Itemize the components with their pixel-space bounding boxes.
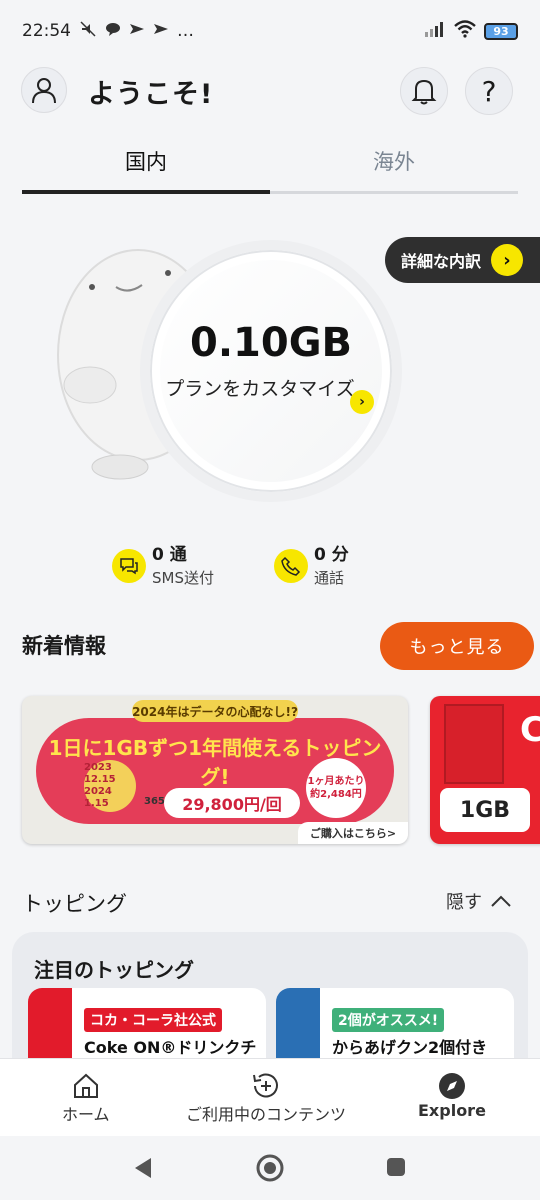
- chevron-right-icon[interactable]: ›: [350, 390, 374, 414]
- recents-icon[interactable]: [386, 1157, 406, 1177]
- banner2-gb: 1GB: [440, 788, 530, 832]
- more-notifications-icon: …: [177, 21, 194, 41]
- send-icon-2: [153, 21, 169, 42]
- news-banner-topping[interactable]: 2024年はデータの心配なし!? 1日に1GBずつ1年間使えるトッピング! 20…: [22, 696, 408, 844]
- call-minutes: 0 分: [314, 545, 349, 565]
- notifications-button[interactable]: [400, 67, 448, 115]
- send-icon: [129, 21, 145, 42]
- banner-date-badge: 2023 12.15 2024 1.15: [84, 760, 136, 812]
- profile-button[interactable]: [21, 67, 67, 113]
- active-tab-indicator: [22, 190, 270, 194]
- battery-icon: 93: [484, 22, 518, 40]
- phone-icon: [274, 549, 308, 583]
- data-usage-gauge: [140, 240, 402, 502]
- sms-usage: 0 通 SMS送付: [112, 543, 214, 589]
- signal-icon: [424, 21, 446, 42]
- refresh-plus-icon: [250, 1071, 282, 1101]
- card-title: Coke ON®ドリンクチ: [84, 1038, 257, 1057]
- sms-label: SMS送付: [152, 569, 214, 587]
- banner-price: 29,800円/回: [164, 788, 300, 818]
- call-label: 通話: [314, 569, 345, 587]
- question-icon: ?: [481, 74, 497, 108]
- compass-icon: [438, 1071, 466, 1101]
- call-usage: 0 分 通話: [274, 543, 349, 589]
- status-time: 22:54: [22, 21, 71, 41]
- card-tag: コカ・コーラ社公式: [84, 1008, 222, 1032]
- hide-toggle[interactable]: 隠す: [446, 888, 512, 914]
- news-banner-coke[interactable]: C 1GB: [430, 696, 540, 844]
- card-title: からあげクン2個付き: [332, 1038, 488, 1057]
- status-bar: 22:54 … 93: [0, 0, 540, 62]
- featured-topping-title: 注目のトッピング: [34, 958, 194, 982]
- chat-icon: [105, 21, 121, 42]
- welcome-title: ようこそ!: [88, 79, 214, 110]
- chevron-right-icon: ›: [491, 244, 524, 276]
- help-button[interactable]: ?: [465, 67, 513, 115]
- home-circle-icon[interactable]: [256, 1154, 284, 1182]
- bottom-nav: ホーム ご利用中のコンテンツ Explore: [0, 1058, 540, 1136]
- detail-breakdown-label: 詳細な内訳: [401, 252, 482, 271]
- sms-count: 0 通: [152, 545, 187, 565]
- banner-top-label: 2024年はデータの心配なし!?: [132, 700, 298, 722]
- system-nav-bar: [0, 1136, 540, 1200]
- chevron-up-icon: [491, 895, 511, 907]
- nav-contents[interactable]: ご利用中のコンテンツ: [186, 1071, 346, 1125]
- region-tabs: 国内 海外: [22, 140, 518, 194]
- tab-overseas[interactable]: 海外: [270, 146, 518, 176]
- vending-machine-image: [444, 704, 504, 784]
- tab-domestic[interactable]: 国内: [22, 146, 270, 176]
- data-amount: 0.10GB: [190, 320, 353, 366]
- see-more-button[interactable]: もっと見る: [380, 622, 534, 670]
- back-icon[interactable]: [132, 1156, 154, 1180]
- app-header: ようこそ! ?: [0, 64, 540, 120]
- home-icon: [72, 1071, 100, 1101]
- user-icon: [32, 78, 56, 104]
- nav-explore[interactable]: Explore: [418, 1071, 486, 1120]
- banner-monthly-badge: 1ヶ月あたり 約2,484円: [306, 758, 366, 818]
- banner-purchase-link[interactable]: ご購入はこちら>: [298, 822, 408, 844]
- sms-icon: [112, 549, 146, 583]
- muted-icon: [79, 20, 97, 43]
- card-tag: 2個がオススメ!: [332, 1008, 445, 1032]
- customize-plan-link[interactable]: プランをカスタマイズ: [165, 374, 355, 404]
- news-title: 新着情報: [22, 634, 106, 658]
- topping-title: トッピング: [22, 892, 127, 916]
- bell-icon: [411, 79, 437, 105]
- nav-home[interactable]: ホーム: [62, 1071, 110, 1125]
- wifi-icon: [454, 19, 476, 43]
- detail-breakdown-button[interactable]: 詳細な内訳 ›: [385, 237, 540, 283]
